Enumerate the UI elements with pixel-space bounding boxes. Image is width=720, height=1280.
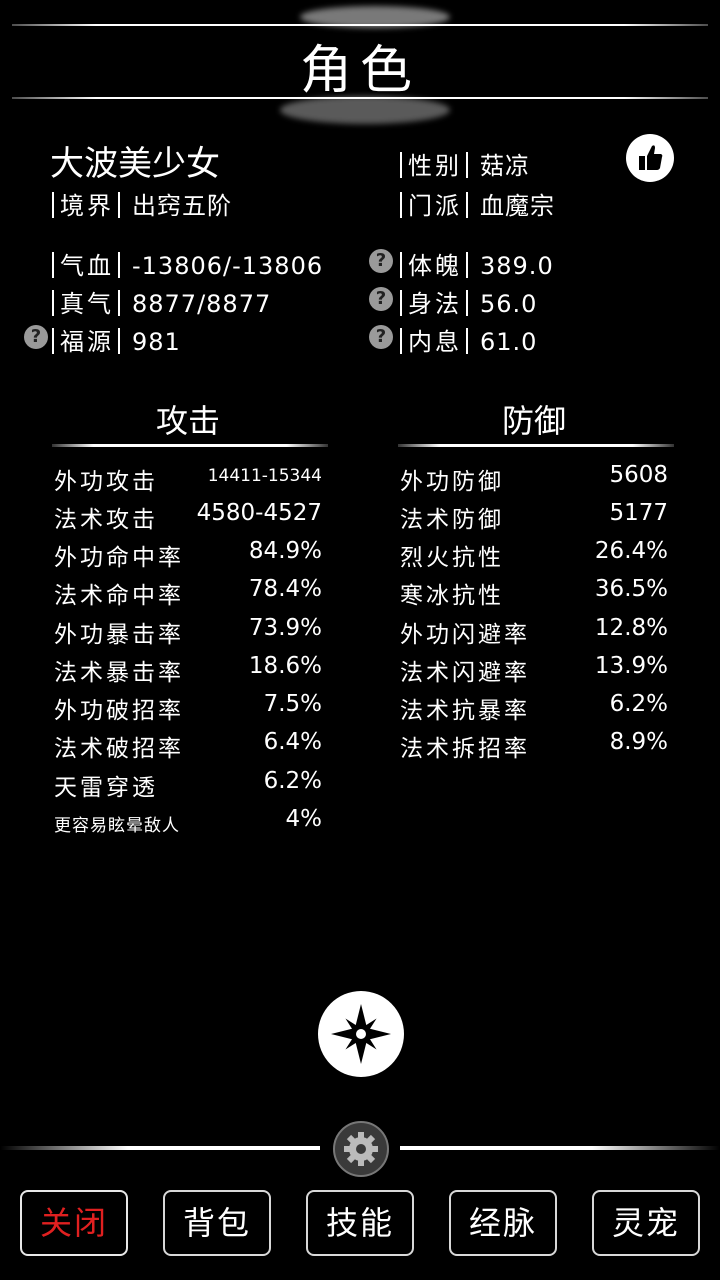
tab-inventory[interactable]: 背包	[163, 1190, 271, 1256]
attack-stat-label: 法术暴击率	[54, 660, 184, 686]
hp-row: 气血 -13806/-13806	[52, 246, 323, 281]
defense-stat-value: 5608	[609, 462, 668, 488]
hp-label: 气血	[60, 252, 114, 280]
attack-stat-label: 外功命中率	[54, 545, 184, 571]
attack-stat-value: 6.4%	[263, 729, 322, 755]
defense-stat-value: 13.9%	[594, 653, 668, 679]
footer-divider-right	[400, 1146, 720, 1150]
defense-stat-label: 法术抗暴率	[400, 698, 530, 724]
defense-stat-value: 6.2%	[609, 691, 668, 717]
character-name: 大波美少女	[50, 144, 220, 184]
mp-value: 8877/8877	[132, 290, 272, 318]
defense-stat-label: 外功防御	[400, 469, 504, 495]
attack-stat-value: 84.9%	[248, 538, 322, 564]
attack-stat-label: 法术攻击	[54, 507, 158, 533]
attack-section-title: 攻击	[155, 402, 220, 440]
page-title: 角色	[299, 41, 420, 101]
help-icon[interactable]: ?	[369, 249, 393, 273]
attack-divider	[52, 444, 328, 447]
attack-stat-label: 外功暴击率	[54, 622, 184, 648]
attack-stat-value: 4%	[285, 806, 323, 832]
defense-stat-value: 12.8%	[594, 615, 668, 641]
attack-stat-value: 4580-4527	[196, 500, 322, 526]
help-icon[interactable]: ?	[24, 325, 48, 349]
thumbs-up-icon[interactable]	[626, 134, 674, 182]
defense-section-title: 防御	[501, 402, 566, 440]
realm-value: 出窍五阶	[132, 192, 232, 220]
attack-stat-label: 法术破招率	[54, 736, 184, 762]
defense-stat-label: 法术拆招率	[400, 736, 530, 762]
help-icon[interactable]: ?	[369, 325, 393, 349]
mp-row: 真气 8877/8877	[52, 284, 271, 319]
agility-row: 身法 56.0	[400, 284, 537, 319]
realm-label: 境界	[60, 192, 114, 220]
defense-stat-value: 8.9%	[609, 729, 668, 755]
mp-label: 真气	[60, 290, 114, 318]
close-button[interactable]: 关闭	[20, 1190, 128, 1256]
defense-divider	[398, 444, 674, 447]
attack-stat-label: 法术命中率	[54, 583, 184, 609]
tab-skills[interactable]: 技能	[306, 1190, 414, 1256]
attack-stat-value: 6.2%	[263, 768, 322, 794]
attack-stat-label: 更容易眩晕敌人	[54, 816, 180, 836]
attack-stat-value: 7.5%	[263, 691, 322, 717]
defense-stat-value: 5177	[609, 500, 668, 526]
sect-value: 血魔宗	[480, 192, 555, 220]
realm-row: 境界 出窍五阶	[52, 186, 232, 221]
hp-value: -13806/-13806	[132, 252, 324, 280]
defense-stat-label: 法术防御	[400, 507, 504, 533]
sect-row: 门派 血魔宗	[400, 186, 555, 221]
sect-label: 门派	[408, 192, 462, 220]
physique-value: 389.0	[480, 252, 554, 280]
luck-label: 福源	[60, 328, 114, 356]
physique-label: 体魄	[408, 252, 462, 280]
defense-stat-label: 法术闪避率	[400, 660, 530, 686]
defense-stat-value: 36.5%	[594, 576, 668, 602]
attack-stat-value: 14411-15344	[207, 466, 322, 486]
attack-stat-label: 外功攻击	[54, 469, 158, 495]
defense-stat-label: 烈火抗性	[400, 545, 504, 571]
agility-value: 56.0	[480, 290, 538, 318]
attack-stat-value: 73.9%	[248, 615, 322, 641]
luck-value: 981	[132, 328, 181, 356]
header-top-line	[12, 24, 708, 26]
help-icon[interactable]: ?	[369, 287, 393, 311]
defense-stat-label: 寒冰抗性	[400, 583, 504, 609]
gender-row: 性别 菇凉	[400, 146, 530, 181]
footer-divider-left	[0, 1146, 320, 1150]
gender-value: 菇凉	[480, 152, 530, 180]
defense-stat-value: 26.4%	[594, 538, 668, 564]
attack-stat-value: 18.6%	[248, 653, 322, 679]
breath-row: 内息 61.0	[400, 322, 537, 357]
attack-stat-value: 78.4%	[248, 576, 322, 602]
gender-label: 性别	[408, 152, 462, 180]
attack-stat-label: 外功破招率	[54, 698, 184, 724]
shuriken-icon[interactable]	[318, 991, 404, 1077]
breath-label: 内息	[408, 328, 462, 356]
attack-stat-label: 天雷穿透	[54, 775, 158, 801]
tab-pets[interactable]: 灵宠	[592, 1190, 700, 1256]
tab-meridians[interactable]: 经脉	[449, 1190, 557, 1256]
physique-row: 体魄 389.0	[400, 246, 554, 281]
gear-icon[interactable]	[333, 1121, 389, 1177]
breath-value: 61.0	[480, 328, 538, 356]
agility-label: 身法	[408, 290, 462, 318]
luck-row: 福源 981	[52, 322, 181, 357]
defense-stat-label: 外功闪避率	[400, 622, 530, 648]
